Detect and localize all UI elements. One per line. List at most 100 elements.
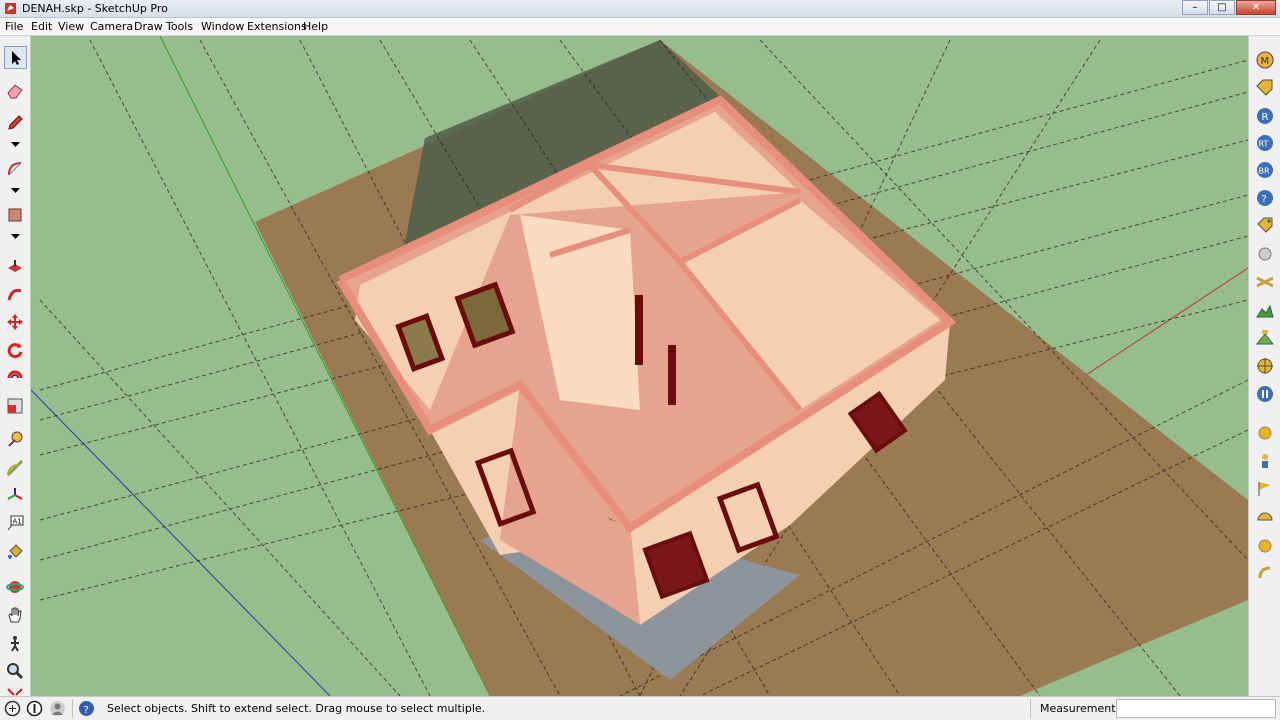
axes-icon <box>7 488 23 500</box>
menu-extensions[interactable]: Extensions <box>247 20 307 33</box>
text-label-icon: A1 <box>7 515 24 531</box>
status-message: Select objects. Shift to extend select. … <box>107 702 486 715</box>
status-bar: ? Select objects. Shift to extend select… <box>0 696 1280 720</box>
walk-tool-button[interactable] <box>4 633 27 656</box>
help-icon[interactable]: ? <box>1255 188 1275 208</box>
dropdown-arrow-icon[interactable] <box>9 140 22 148</box>
walk-icon <box>11 636 19 652</box>
maximize-button[interactable]: □ <box>1209 0 1235 15</box>
sandbox-icon[interactable] <box>1255 328 1275 348</box>
move-icon <box>7 314 23 330</box>
geo-location-icon[interactable] <box>4 700 21 717</box>
select-tool-button[interactable] <box>4 46 27 69</box>
menu-camera[interactable]: Camera <box>90 20 133 33</box>
menu-edit[interactable]: Edit <box>31 20 52 33</box>
magnifier-icon <box>7 663 24 680</box>
arc-tool-button[interactable] <box>4 158 27 181</box>
follow-me-icon <box>7 288 22 301</box>
tape-measure-tool-button[interactable] <box>4 428 27 451</box>
svg-text:RT: RT <box>1259 140 1269 149</box>
dropdown-arrow-icon[interactable] <box>9 232 22 240</box>
push-pull-icon <box>8 260 22 272</box>
minimize-button[interactable]: – <box>1182 0 1208 15</box>
label-tag-icon[interactable] <box>1255 216 1275 236</box>
paint-bucket-icon <box>8 544 23 559</box>
credits-icon[interactable] <box>26 700 43 717</box>
svg-text:BR: BR <box>1259 167 1270 176</box>
tape-measure-icon <box>8 431 23 447</box>
paint-bucket-tool-button[interactable] <box>4 541 27 564</box>
flag-icon[interactable] <box>1255 478 1275 498</box>
scale-icon <box>7 398 23 414</box>
target-icon[interactable] <box>1255 356 1275 376</box>
rectangle-icon <box>8 208 22 222</box>
pause-icon[interactable] <box>1255 384 1275 404</box>
plugin-br-icon[interactable]: BR <box>1255 160 1275 180</box>
dome-icon[interactable] <box>1255 506 1275 526</box>
pan-hand-icon <box>8 607 22 623</box>
sketchup-logo-icon <box>5 3 16 14</box>
menu-file[interactable]: File <box>5 20 23 33</box>
tag-icon[interactable] <box>1255 78 1275 98</box>
rotate-tool-button[interactable] <box>4 339 27 362</box>
instructor-help-icon[interactable]: ? <box>78 700 95 717</box>
eraser-tool-button[interactable] <box>4 80 27 103</box>
text-tool-button[interactable]: A1 <box>4 512 27 535</box>
measurements-label: Measurements <box>1040 702 1122 715</box>
zoom-tool-button[interactable] <box>4 660 27 683</box>
follow-me-tool-button[interactable] <box>4 284 27 307</box>
measurements-input[interactable] <box>1116 699 1276 718</box>
figure-icon[interactable] <box>1255 451 1275 471</box>
protractor-tool-button[interactable] <box>4 457 27 480</box>
svg-text:?: ? <box>84 705 89 716</box>
right-toolbar: M R RT BR ? <box>1248 36 1280 696</box>
menu-tools[interactable]: Tools <box>166 20 193 33</box>
menu-view[interactable]: View <box>58 20 84 33</box>
orbit-icon <box>6 581 24 593</box>
svg-text:A1: A1 <box>13 518 22 526</box>
orbit-tool-button[interactable] <box>4 576 27 599</box>
section-plane-icon[interactable] <box>1255 272 1275 292</box>
rotate-icon <box>7 343 23 359</box>
house-model-drawing <box>31 36 1248 696</box>
svg-text:M: M <box>1261 56 1270 67</box>
offset-tool-button[interactable] <box>4 367 27 390</box>
offset-icon <box>7 370 23 379</box>
protractor-icon <box>6 459 24 477</box>
user-account-icon[interactable] <box>49 700 66 717</box>
svg-text:?: ? <box>1262 194 1267 205</box>
pencil-tool-button[interactable] <box>4 112 27 135</box>
push-pull-tool-button[interactable] <box>4 256 27 279</box>
window-title: DENAH.skp - SketchUp Pro <box>22 2 168 15</box>
terrain-icon[interactable] <box>1255 301 1275 321</box>
status-separator <box>1030 699 1031 718</box>
menu-draw[interactable]: Draw <box>134 20 163 33</box>
plugin-r-icon[interactable]: R <box>1255 106 1275 126</box>
sun-icon[interactable] <box>1255 423 1275 443</box>
pencil-icon <box>8 115 23 130</box>
dropdown-arrow-icon[interactable] <box>9 186 22 194</box>
sphere-icon[interactable] <box>1255 244 1275 264</box>
status-separator <box>72 699 73 718</box>
menu-bar: File Edit View Camera Draw Tools Window … <box>0 18 1280 36</box>
ball-icon[interactable] <box>1255 536 1275 556</box>
menu-help[interactable]: Help <box>303 20 328 33</box>
left-toolbar: A1 <box>0 36 31 696</box>
arrow-cursor-icon <box>12 51 21 65</box>
eraser-icon <box>7 84 23 99</box>
scale-tool-button[interactable] <box>4 395 27 418</box>
axes-tool-button[interactable] <box>4 484 27 507</box>
close-button[interactable]: ✕ <box>1236 0 1276 15</box>
rectangle-tool-button[interactable] <box>4 204 27 227</box>
move-tool-button[interactable] <box>4 311 27 334</box>
plugin-rt-icon[interactable]: RT <box>1255 133 1275 153</box>
pan-tool-button[interactable] <box>4 604 27 627</box>
model-viewport[interactable] <box>31 36 1248 696</box>
hook-icon[interactable] <box>1255 563 1275 583</box>
title-bar: DENAH.skp - SketchUp Pro – □ ✕ <box>0 0 1280 18</box>
plugin-m-icon[interactable]: M <box>1255 50 1275 70</box>
zoom-window-tool-button[interactable] <box>4 686 27 696</box>
arc-icon <box>8 162 22 176</box>
menu-window[interactable]: Window <box>201 20 244 33</box>
svg-text:R: R <box>1262 112 1269 123</box>
